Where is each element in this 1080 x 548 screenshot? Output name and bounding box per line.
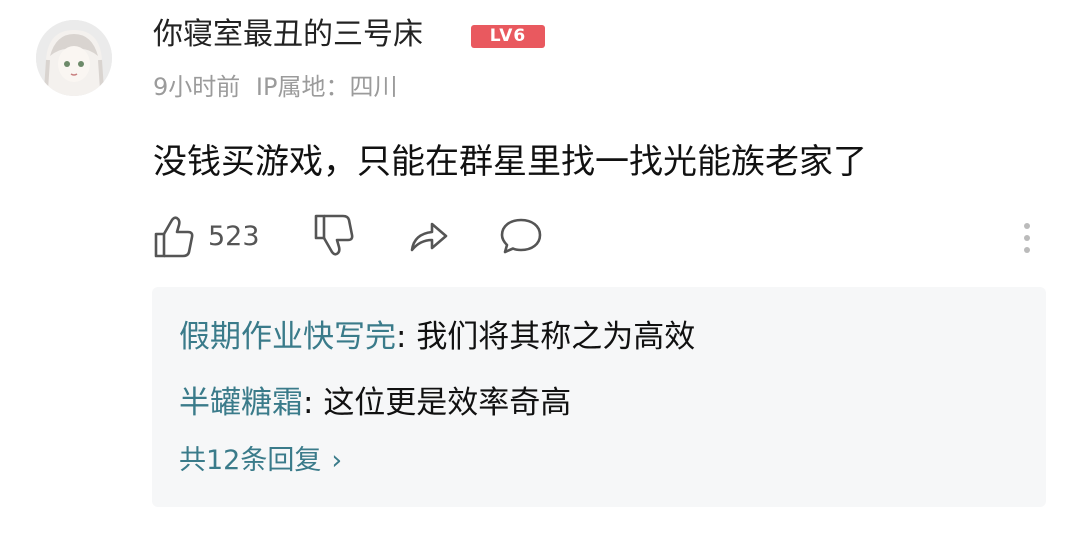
chevron-right-icon: › [331, 445, 343, 476]
view-all-replies-link[interactable]: 共12条回复 › [179, 443, 342, 479]
comment-card: 你寝室最丑的三号床 LV6 9小时前 IP属地：四川 没钱买游戏，只能在群星里找… [0, 0, 1080, 548]
username[interactable]: 你寝室最丑的三号床 [153, 15, 423, 55]
reply-item[interactable]: 假期作业快写完: 我们将其称之为高效 [179, 316, 695, 358]
comment-icon[interactable] [499, 212, 543, 260]
avatar-image [36, 20, 112, 96]
action-bar: 523 [0, 212, 1080, 264]
comment-meta: 9小时前 IP属地：四川 [153, 69, 397, 105]
more-vertical-icon[interactable] [1017, 218, 1037, 258]
ip-location: IP属地：四川 [255, 73, 398, 101]
replies-panel: 假期作业快写完: 我们将其称之为高效 半罐糖霜: 这位更是效率奇高 共12条回复… [152, 287, 1046, 507]
reply-author[interactable]: 半罐糖霜 [179, 385, 303, 421]
level-badge: LV6 [471, 25, 545, 48]
reply-item[interactable]: 半罐糖霜: 这位更是效率奇高 [179, 382, 571, 424]
reply-separator: : [396, 319, 417, 355]
thumbs-up-icon[interactable] [152, 212, 196, 260]
reply-text: 这位更是效率奇高 [323, 385, 572, 421]
reply-separator: : [303, 385, 324, 421]
avatar[interactable] [36, 20, 112, 96]
thumbs-down-icon[interactable] [312, 212, 356, 260]
reply-author[interactable]: 假期作业快写完 [179, 319, 396, 355]
share-icon[interactable] [406, 212, 450, 260]
total-replies-label: 共12条回复 [179, 445, 322, 476]
like-count: 523 [208, 221, 260, 252]
timestamp: 9小时前 [153, 73, 241, 101]
comment-text: 没钱买游戏，只能在群星里找一找光能族老家了 [153, 142, 867, 182]
reply-text: 我们将其称之为高效 [416, 319, 696, 355]
